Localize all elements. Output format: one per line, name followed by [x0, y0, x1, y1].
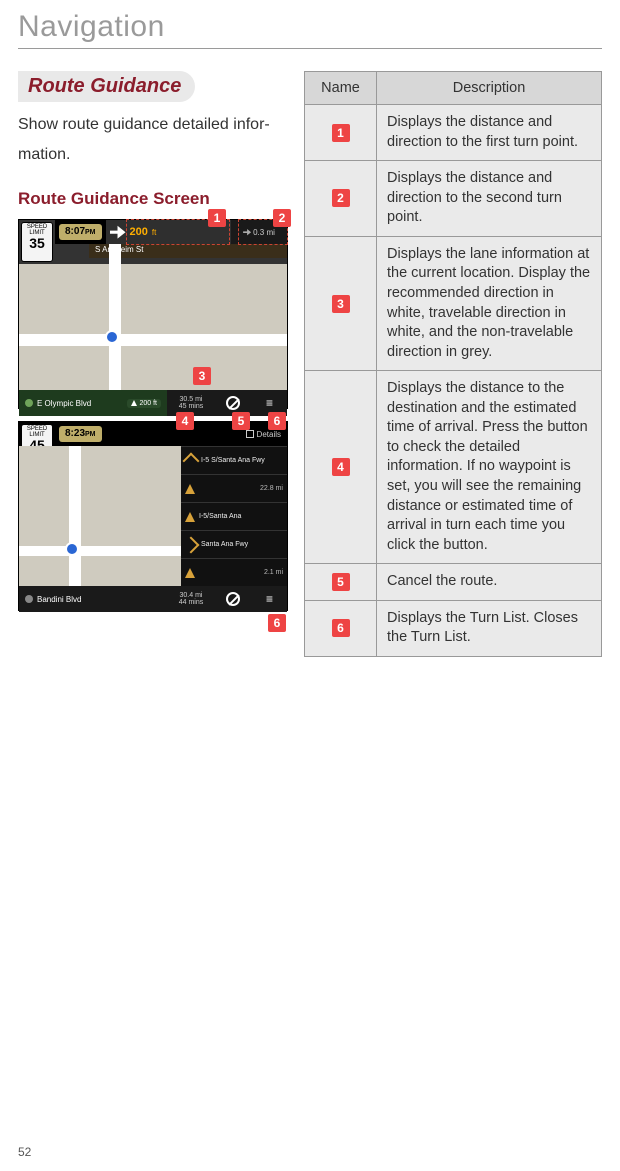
marker-6: 6: [268, 412, 286, 430]
cancel-icon: [226, 396, 240, 410]
table-head-name: Name: [305, 72, 377, 105]
up-arrow-icon: [185, 568, 195, 578]
marker-5: 5: [232, 412, 250, 430]
table-row: 6 Displays the Turn List. Closes the Tur…: [305, 600, 602, 656]
table-desc-1: Displays the distance and direction to t…: [377, 105, 602, 161]
turn-list-text: I-5/Santa Ana: [199, 513, 241, 521]
screenshot-1-wrap: SPEED LIMIT 35 8:07PM 200: [18, 219, 288, 409]
road-horizontal: [19, 546, 181, 556]
marker-3: 3: [332, 295, 350, 313]
turn-list-button[interactable]: ≡: [251, 586, 287, 612]
location-dot-icon: [25, 399, 33, 407]
eta-distance: 30.4 mi: [180, 592, 203, 600]
eta-time: 45 mins: [179, 403, 204, 411]
lane-distance: 200 ft: [139, 400, 157, 407]
marker-2: 2: [332, 189, 350, 207]
road-vertical: [109, 244, 121, 390]
marker-3: 3: [193, 367, 211, 385]
clock-ampm: PM: [85, 431, 96, 438]
table-desc-4: Displays the distance to the destination…: [377, 371, 602, 564]
table-desc-5: Cancel the route.: [377, 564, 602, 601]
eta-box: 30.4 mi 44 mins: [167, 586, 215, 612]
table-row: 4 Displays the distance to the destinati…: [305, 371, 602, 564]
bottom-street-bar: E Olympic Blvd 200 ft: [19, 390, 167, 416]
speed-limit-sign: SPEED LIMIT 35: [21, 222, 53, 262]
menu-icon: ≡: [266, 396, 272, 410]
turn-list-text: Santa Ana Fwy: [201, 541, 248, 549]
marker-6: 6: [332, 619, 350, 637]
merge-right-icon: [183, 536, 200, 553]
cancel-route-button[interactable]: [215, 586, 251, 612]
screenshot-1: SPEED LIMIT 35 8:07PM 200: [18, 219, 288, 409]
table-row: 3 Displays the lane informa­tion at the …: [305, 236, 602, 370]
bottom-street-name: E Olympic Blvd: [37, 399, 91, 408]
sub-title: Route Guidance Screen: [18, 189, 288, 209]
eta-time: 44 mins: [179, 599, 204, 607]
details-label: Details: [257, 430, 281, 439]
turn-list-miles: 22.8 mi: [260, 485, 283, 492]
table-desc-6: Displays the Turn List. Closes the Turn …: [377, 600, 602, 656]
clock-time: 8:07: [65, 226, 85, 237]
road-vertical: [69, 446, 81, 586]
lane-info-box: 200 ft: [127, 399, 161, 408]
square-icon: [246, 430, 254, 438]
section-box-title: Route Guidance: [18, 71, 195, 102]
page-number: 52: [18, 1145, 31, 1159]
cancel-icon: [226, 592, 240, 606]
turn-right-icon: [110, 224, 126, 240]
marker-2: 2: [273, 209, 291, 227]
turn-list-row: I-5/Santa Ana: [181, 502, 287, 530]
clock-ampm: PM: [85, 229, 96, 236]
merge-left-icon: [183, 452, 200, 469]
up-arrow-icon: [185, 484, 195, 494]
table-row: 5 Cancel the route.: [305, 564, 602, 601]
screenshot-2: SPEED LIMIT 45 8:23PM Details: [18, 421, 288, 611]
up-arrow-icon: [185, 512, 195, 522]
bottom-street-name: Bandini Blvd: [37, 595, 81, 604]
road-horizontal: [19, 334, 287, 346]
marker-5: 5: [332, 573, 350, 591]
location-dot-icon: [25, 595, 33, 603]
table-desc-3: Displays the lane informa­tion at the cu…: [377, 236, 602, 370]
marker-4: 4: [332, 458, 350, 476]
turn-list-row: 22.8 mi: [181, 474, 287, 502]
turn-list-row: Santa Ana Fwy: [181, 530, 287, 558]
page-title: Navigation: [18, 10, 602, 49]
table-head-description: Description: [377, 72, 602, 105]
turn-list-miles: 2.1 mi: [264, 569, 283, 576]
turn-list-text: I-5 S/Santa Ana Fwy: [201, 457, 265, 465]
up-arrow-icon: [131, 400, 137, 406]
eta-distance: 30.5 mi: [180, 396, 203, 404]
table-row: 2 Displays the distance and direction to…: [305, 161, 602, 237]
map-area: [19, 264, 287, 390]
speed-limit-value: 35: [22, 236, 52, 250]
marker-6: 6: [268, 614, 286, 632]
marker-1: 1: [332, 124, 350, 142]
table-row: 1 Displays the distance and direction to…: [305, 105, 602, 161]
clock: 8:07PM: [59, 224, 102, 240]
marker-1: 1: [208, 209, 226, 227]
bottom-street-bar: Bandini Blvd: [19, 586, 167, 612]
map-area: [19, 446, 181, 586]
clock: 8:23PM: [59, 426, 102, 442]
menu-icon: ≡: [266, 592, 272, 606]
turn-list-panel: I-5 S/Santa Ana Fwy 22.8 mi I-5/Santa An…: [181, 446, 287, 586]
clock-time: 8:23: [65, 428, 85, 439]
description-table: Name Description 1 Displays the distance…: [304, 71, 602, 657]
table-desc-2: Displays the distance and direction to t…: [377, 161, 602, 237]
screenshot-2-wrap: SPEED LIMIT 45 8:23PM Details: [18, 421, 288, 611]
turn-list-row: 2.1 mi: [181, 558, 287, 586]
marker-4: 4: [176, 412, 194, 430]
turn-list-row: I-5 S/Santa Ana Fwy: [181, 446, 287, 474]
intro-text: Show route guidance detailed infor­matio…: [18, 110, 288, 169]
